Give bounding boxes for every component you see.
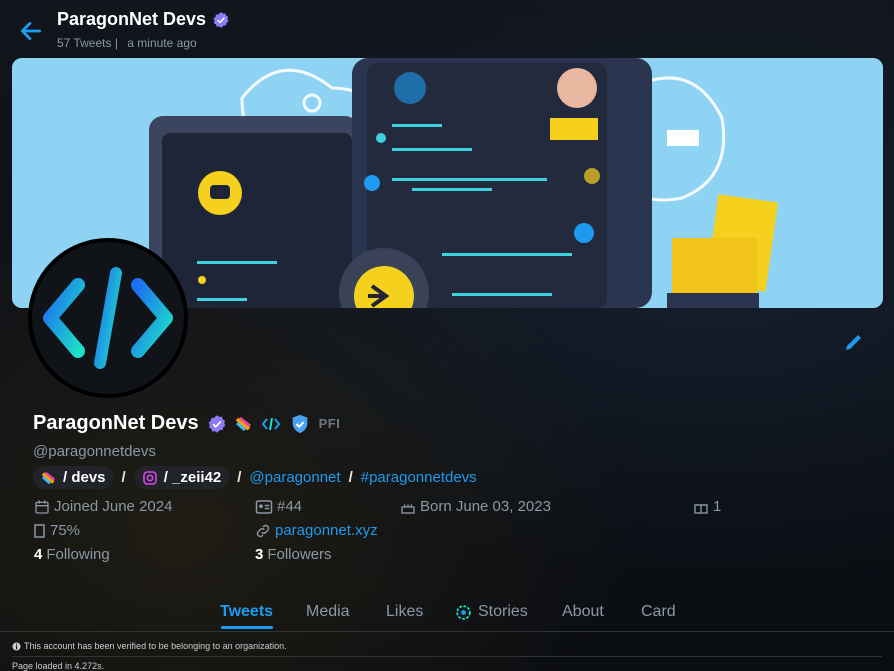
code-icon xyxy=(261,417,280,430)
link-separator: / xyxy=(348,469,353,486)
mention-link[interactable]: @paragonnet xyxy=(249,469,340,486)
profile-links-row: / devs / / _zeii42 / @paragonnet / #para… xyxy=(33,466,477,489)
tab-likes[interactable]: Likes xyxy=(386,603,423,621)
link-icon xyxy=(256,524,270,537)
profile-name-row: ParagonNet Devs PFI xyxy=(33,412,340,435)
website-info: paragonnet.xyz xyxy=(255,522,378,539)
website-link[interactable]: paragonnet.xyz xyxy=(275,522,378,539)
profile-avatar[interactable] xyxy=(28,238,188,398)
instagram-pill[interactable]: / _zeii42 xyxy=(133,466,230,489)
gift-icon xyxy=(694,503,708,514)
verified-badge-icon xyxy=(208,414,225,433)
profile-handle: @paragonnetdevs xyxy=(33,443,156,460)
devs-pill-label: / devs xyxy=(63,469,106,486)
shield-check-icon xyxy=(292,414,307,433)
profile-tabs: Tweets Media Likes Stories About Card xyxy=(0,596,894,632)
id-number: #44 xyxy=(277,498,303,515)
born-text: Born June 03, 2023 xyxy=(420,498,551,515)
placeholder-icon xyxy=(34,523,45,538)
code-logo-icon xyxy=(43,267,173,369)
verified-badge-icon xyxy=(213,11,229,28)
info-icon xyxy=(12,641,21,651)
pride-flag-icon xyxy=(235,416,251,431)
verified-note: This account has been verified to be bel… xyxy=(12,641,287,651)
back-arrow-icon[interactable] xyxy=(18,18,44,44)
instagram-pill-label: / _zeii42 xyxy=(163,469,222,486)
followers-info[interactable]: 3 Followers xyxy=(255,546,332,563)
born-info: Born June 03, 2023 xyxy=(400,498,551,515)
header-title: ParagonNet Devs xyxy=(57,9,230,30)
following-label: Following xyxy=(46,546,110,563)
following-count: 4 xyxy=(34,546,43,563)
id-info: #44 xyxy=(255,498,302,515)
pride-flag-icon xyxy=(41,471,56,484)
percent-text: 75% xyxy=(50,522,81,539)
link-separator: / xyxy=(237,469,242,486)
tweet-count: 57 Tweets | xyxy=(57,36,118,50)
instagram-icon xyxy=(142,470,157,485)
footer-divider xyxy=(12,656,882,657)
calendar-icon xyxy=(35,499,49,514)
id-card-icon xyxy=(255,499,273,514)
last-active: a minute ago xyxy=(127,36,197,50)
profile-page: ParagonNet Devs 57 Tweets | a minute ago xyxy=(0,0,894,671)
tab-about[interactable]: About xyxy=(562,603,604,621)
active-tab-indicator xyxy=(221,626,273,629)
header-name-text: ParagonNet Devs xyxy=(57,9,207,29)
joined-text: Joined June 2024 xyxy=(54,498,173,515)
cake-icon xyxy=(401,503,415,514)
page-load-time: Page loaded in 4.272s. xyxy=(12,661,105,671)
profile-header: ParagonNet Devs 57 Tweets | a minute ago xyxy=(0,0,894,56)
header-meta: 57 Tweets | a minute ago xyxy=(57,36,203,50)
tab-media[interactable]: Media xyxy=(306,603,350,621)
tab-card[interactable]: Card xyxy=(641,603,676,621)
gift-info: 1 xyxy=(693,498,721,515)
hashtag-link[interactable]: #paragonnetdevs xyxy=(361,469,477,486)
verified-note-text: This account has been verified to be bel… xyxy=(24,641,287,651)
percent-info: 75% xyxy=(34,522,80,539)
display-name: ParagonNet Devs xyxy=(33,412,199,434)
gift-count: 1 xyxy=(713,498,722,515)
tab-stories[interactable]: Stories xyxy=(455,603,528,621)
stories-icon xyxy=(456,604,471,620)
pfi-badge: PFI xyxy=(318,416,341,431)
edit-pencil-icon[interactable] xyxy=(842,330,868,356)
tab-tweets[interactable]: Tweets xyxy=(220,603,273,621)
joined-info: Joined June 2024 xyxy=(34,498,172,515)
tab-stories-label: Stories xyxy=(478,603,528,620)
following-info[interactable]: 4 Following xyxy=(34,546,110,563)
link-separator: / xyxy=(121,469,126,486)
devs-pill[interactable]: / devs xyxy=(33,466,114,489)
followers-count: 3 xyxy=(255,546,264,563)
followers-label: Followers xyxy=(267,546,332,563)
